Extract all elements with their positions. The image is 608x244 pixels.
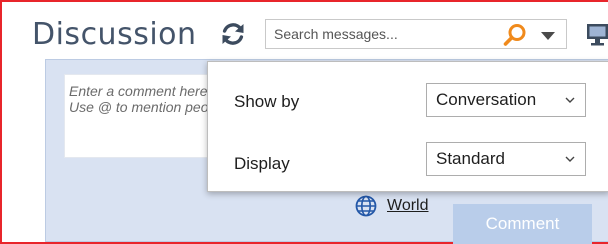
visibility-selector[interactable]: World bbox=[355, 193, 437, 219]
display-select[interactable]: Standard bbox=[426, 142, 586, 176]
page-title: Discussion bbox=[32, 17, 197, 52]
show-by-label: Show by bbox=[234, 92, 300, 111]
refresh-icon bbox=[222, 23, 244, 45]
globe-icon bbox=[355, 195, 377, 217]
chevron-down-icon bbox=[565, 97, 575, 103]
search-input[interactable] bbox=[274, 20, 484, 48]
display-label: Display bbox=[234, 154, 290, 173]
chevron-down-icon bbox=[565, 156, 575, 162]
search-options-button[interactable] bbox=[536, 25, 560, 45]
chevron-down-icon bbox=[541, 32, 555, 40]
refresh-button[interactable] bbox=[220, 21, 246, 47]
monitor-icon bbox=[587, 24, 608, 46]
show-by-select[interactable]: Conversation bbox=[426, 83, 586, 117]
search-button[interactable] bbox=[502, 23, 528, 47]
comment-button[interactable]: Comment bbox=[453, 204, 592, 244]
show-by-value: Conversation bbox=[436, 90, 537, 109]
display-settings-button[interactable] bbox=[583, 21, 608, 47]
visibility-label: World bbox=[387, 197, 429, 214]
display-value: Standard bbox=[436, 149, 505, 168]
search-icon bbox=[503, 24, 526, 46]
search-box bbox=[265, 19, 567, 49]
view-options-dropdown: Show by Conversation Display Standard bbox=[207, 61, 608, 192]
